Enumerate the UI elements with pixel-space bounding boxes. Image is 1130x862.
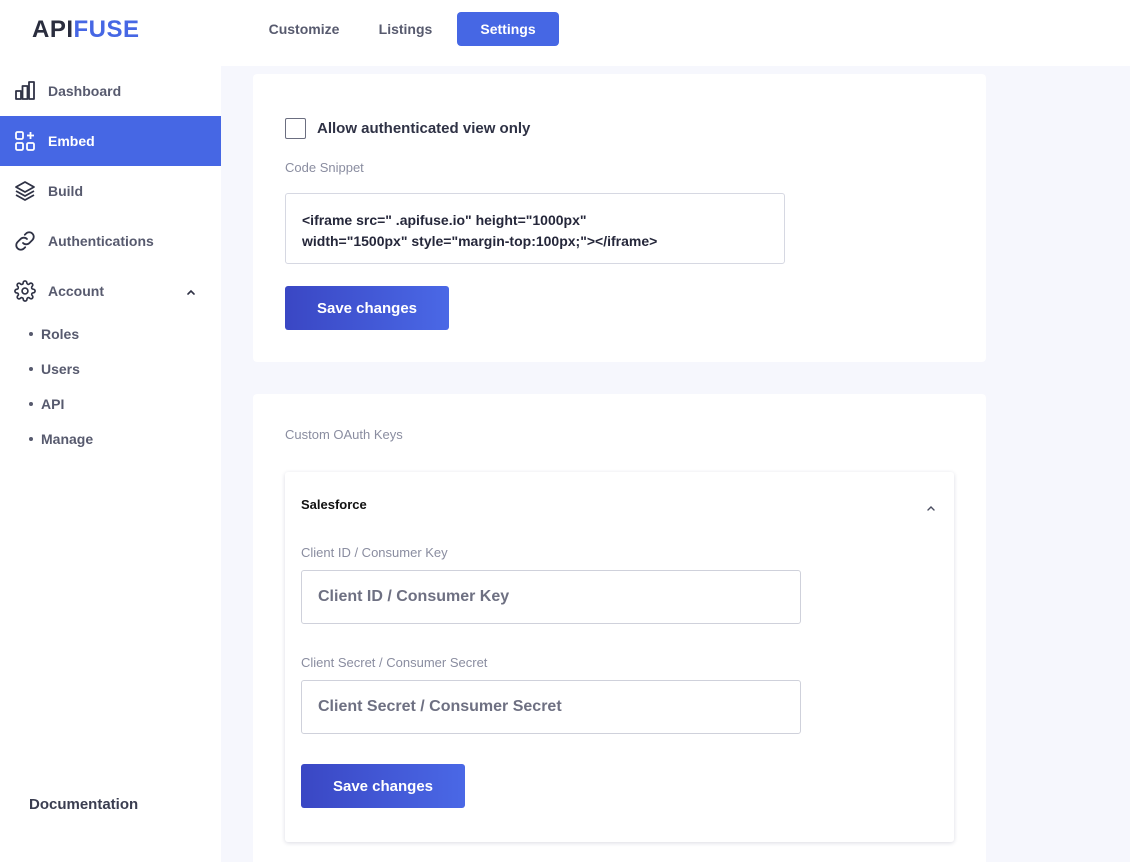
oauth-keys-card: Custom OAuth Keys Salesforce Client ID /… bbox=[253, 394, 986, 862]
tab-customize[interactable]: Customize bbox=[257, 12, 351, 46]
save-oauth-button[interactable]: Save changes bbox=[301, 764, 465, 808]
save-changes-button[interactable]: Save changes bbox=[285, 286, 449, 330]
bar-chart-icon bbox=[13, 79, 37, 103]
chevron-up-icon[interactable] bbox=[186, 284, 196, 302]
salesforce-accordion: Salesforce Client ID / Consumer Key Clie… bbox=[285, 472, 954, 842]
client-id-label: Client ID / Consumer Key bbox=[301, 545, 448, 560]
sidebar-item-authentications[interactable]: Authentications bbox=[0, 216, 221, 266]
layers-icon bbox=[13, 179, 37, 203]
snippet-line: width="1500px" style="margin-top:100px;"… bbox=[302, 233, 658, 249]
subitem-label: Manage bbox=[41, 431, 94, 447]
code-snippet-label: Code Snippet bbox=[285, 160, 364, 175]
sidebar-subitem-roles[interactable]: Roles bbox=[29, 326, 79, 342]
snippet-line: <iframe src=" .apifuse.io" height="1000p… bbox=[302, 212, 587, 228]
apifuse-logo[interactable]: APIFUSE bbox=[32, 16, 140, 44]
chevron-up-icon[interactable] bbox=[926, 500, 936, 518]
sidebar-item-label: Embed bbox=[48, 133, 95, 149]
sidebar-subitem-users[interactable]: Users bbox=[29, 361, 80, 377]
sidebar-item-label: Account bbox=[48, 283, 104, 299]
logo-text-api: API bbox=[32, 16, 74, 43]
bullet-dot bbox=[29, 402, 33, 406]
sidebar-item-build[interactable]: Build bbox=[0, 166, 221, 216]
accordion-title[interactable]: Salesforce bbox=[301, 497, 367, 512]
tab-listings[interactable]: Listings bbox=[361, 12, 450, 46]
sidebar-item-embed[interactable]: Embed bbox=[0, 116, 221, 166]
tab-settings[interactable]: Settings bbox=[457, 12, 559, 46]
top-tab-bar: Customize Listings Settings bbox=[221, 0, 1130, 66]
grid-plus-icon bbox=[13, 129, 37, 153]
subitem-label: Users bbox=[41, 361, 80, 377]
client-id-input[interactable] bbox=[301, 570, 801, 624]
auth-view-label: Allow authenticated view only bbox=[317, 120, 531, 137]
client-secret-label: Client Secret / Consumer Secret bbox=[301, 655, 488, 670]
oauth-section-label: Custom OAuth Keys bbox=[285, 427, 403, 442]
code-snippet-box[interactable]: <iframe src=" .apifuse.io" height="1000p… bbox=[285, 193, 785, 264]
gear-icon bbox=[13, 279, 37, 303]
sidebar-item-label: Build bbox=[48, 183, 83, 199]
sidebar: APIFUSE Dashboard Embed Build Authentica… bbox=[0, 0, 221, 862]
bullet-dot bbox=[29, 367, 33, 371]
sidebar-item-label: Dashboard bbox=[48, 83, 122, 99]
documentation-link[interactable]: Documentation bbox=[29, 796, 138, 813]
embed-settings-card: Allow authenticated view only Code Snipp… bbox=[253, 74, 986, 362]
sidebar-item-account[interactable]: Account bbox=[0, 266, 221, 316]
sidebar-subitem-manage[interactable]: Manage bbox=[29, 431, 93, 447]
logo-text-fuse: FUSE bbox=[73, 16, 140, 43]
subitem-label: Roles bbox=[41, 326, 80, 342]
client-secret-input[interactable] bbox=[301, 680, 801, 734]
sidebar-item-label: Authentications bbox=[48, 233, 154, 249]
sidebar-item-dashboard[interactable]: Dashboard bbox=[0, 66, 221, 116]
subitem-label: API bbox=[41, 396, 65, 412]
bullet-dot bbox=[29, 332, 33, 336]
auth-view-option[interactable]: Allow authenticated view only bbox=[285, 118, 530, 139]
auth-view-checkbox[interactable] bbox=[285, 118, 306, 139]
sidebar-subitem-api[interactable]: API bbox=[29, 396, 64, 412]
link-icon bbox=[13, 229, 37, 253]
bullet-dot bbox=[29, 437, 33, 441]
